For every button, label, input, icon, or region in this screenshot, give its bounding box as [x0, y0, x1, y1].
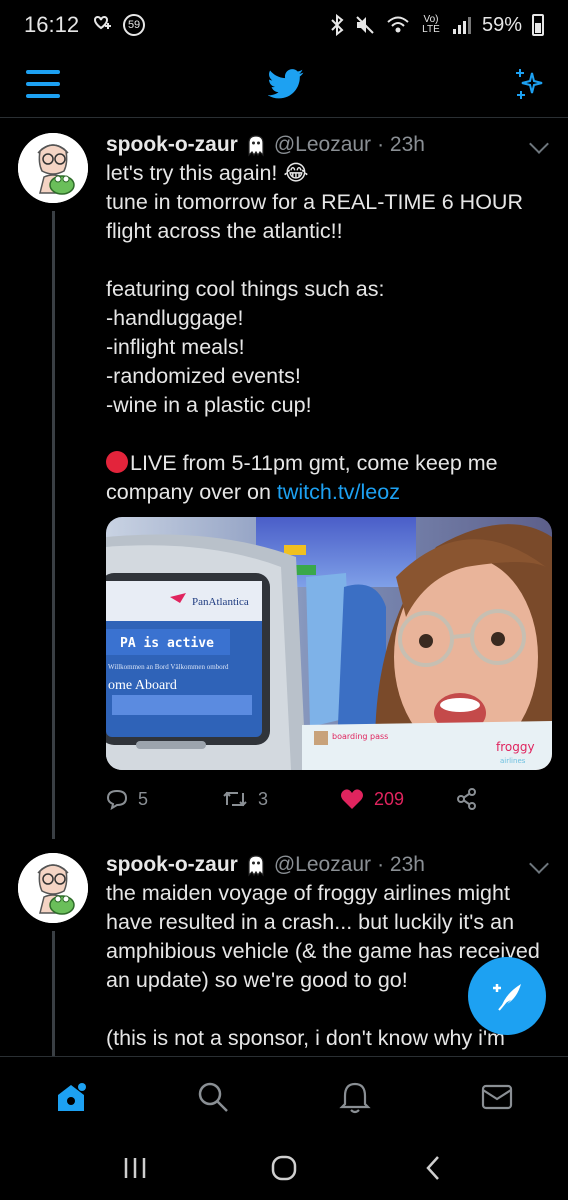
screen-welcome: ome Aboard — [108, 678, 177, 693]
messages-icon — [481, 1084, 513, 1109]
menu-icon[interactable] — [26, 69, 60, 98]
network-type-label: Vo) LTE — [422, 14, 440, 35]
bottom-navigation — [0, 1056, 568, 1136]
display-name[interactable]: spook-o-zaur — [106, 853, 238, 877]
nav-home[interactable] — [41, 1067, 101, 1127]
card-title: boarding pass — [332, 732, 388, 741]
card-sub: airlines — [500, 757, 526, 765]
thread-line — [52, 211, 55, 839]
retweet-icon — [223, 791, 247, 807]
retweet-button[interactable]: 3 — [222, 789, 340, 810]
timestamp: · 23h — [377, 853, 425, 876]
nav-messages[interactable] — [467, 1067, 527, 1127]
app-bar — [0, 50, 568, 118]
avatar[interactable] — [18, 853, 88, 923]
like-button[interactable]: 209 — [340, 788, 456, 810]
reply-count: 5 — [138, 788, 149, 809]
sparkle-icon[interactable] — [512, 67, 546, 101]
status-bar: 16:12 59 Vo) LTE 59% — [0, 0, 568, 50]
ghost-icon — [248, 135, 264, 157]
tweet-body: let's try this again! 😂 tune in tomorrow… — [106, 161, 523, 417]
avatar[interactable] — [18, 133, 88, 203]
home-button-icon — [271, 1155, 297, 1181]
card-brand: froggy — [496, 740, 535, 754]
share-button[interactable] — [456, 788, 478, 810]
back-icon — [426, 1156, 440, 1180]
bluetooth-icon — [331, 14, 344, 36]
screen-brand: PanAtlantica — [192, 596, 249, 608]
screen-status: PA is active — [120, 636, 214, 651]
ghost-icon — [248, 855, 264, 877]
clock: 16:12 — [24, 12, 80, 37]
timeline[interactable]: spook-o-zaur @Leozaur · 23h let's try th… — [0, 119, 568, 1056]
recents-button[interactable] — [105, 1148, 165, 1188]
compose-feather-icon — [493, 984, 521, 1011]
recents-icon — [124, 1158, 145, 1178]
reply-button[interactable]: 5 — [106, 788, 222, 810]
home-button[interactable] — [254, 1148, 314, 1188]
handle[interactable]: @Leozaur — [274, 133, 371, 157]
notification-count-badge: 59 — [123, 14, 146, 36]
nav-notifications[interactable] — [325, 1067, 385, 1127]
tweet-text: let's try this again! 😂 tune in tomorrow… — [106, 159, 550, 507]
tweet[interactable]: spook-o-zaur @Leozaur · 23h let's try th… — [0, 119, 568, 839]
nav-search[interactable] — [183, 1067, 243, 1127]
hearts-notification-icon — [94, 16, 112, 30]
tweet-header: spook-o-zaur @Leozaur · 23h — [106, 133, 550, 157]
thread-line — [52, 931, 55, 1056]
system-navigation — [0, 1136, 568, 1200]
red-circle-icon — [106, 451, 128, 473]
home-icon — [58, 1082, 86, 1111]
battery-icon — [532, 14, 544, 36]
tweet-media-image[interactable]: PanAtlantica PA is active Willkommen an … — [106, 517, 552, 770]
back-button[interactable] — [403, 1148, 463, 1188]
heart-filled-icon — [341, 789, 363, 809]
notifications-icon — [339, 1082, 371, 1113]
reply-icon — [106, 789, 128, 810]
mute-icon — [356, 16, 374, 34]
screen-welcome-langs: Willkommen an Bord Välkommen ombord — [108, 663, 229, 671]
like-count: 209 — [374, 788, 405, 809]
wifi-icon — [387, 16, 409, 33]
handle[interactable]: @Leozaur — [274, 853, 371, 877]
battery-percent: 59% — [481, 13, 522, 36]
tweet-header: spook-o-zaur @Leozaur · 23h — [106, 853, 550, 877]
display-name[interactable]: spook-o-zaur — [106, 133, 238, 157]
signal-icon — [452, 17, 471, 34]
compose-tweet-button[interactable] — [468, 957, 546, 1035]
timestamp: · 23h — [377, 133, 425, 156]
tweet-actions: 5 3 209 — [106, 770, 550, 828]
twitch-link[interactable]: twitch.tv/leoz — [277, 480, 400, 504]
retweet-count: 3 — [258, 788, 269, 809]
share-icon — [457, 788, 476, 810]
search-icon — [198, 1082, 228, 1112]
twitter-bird-icon[interactable] — [268, 68, 304, 99]
